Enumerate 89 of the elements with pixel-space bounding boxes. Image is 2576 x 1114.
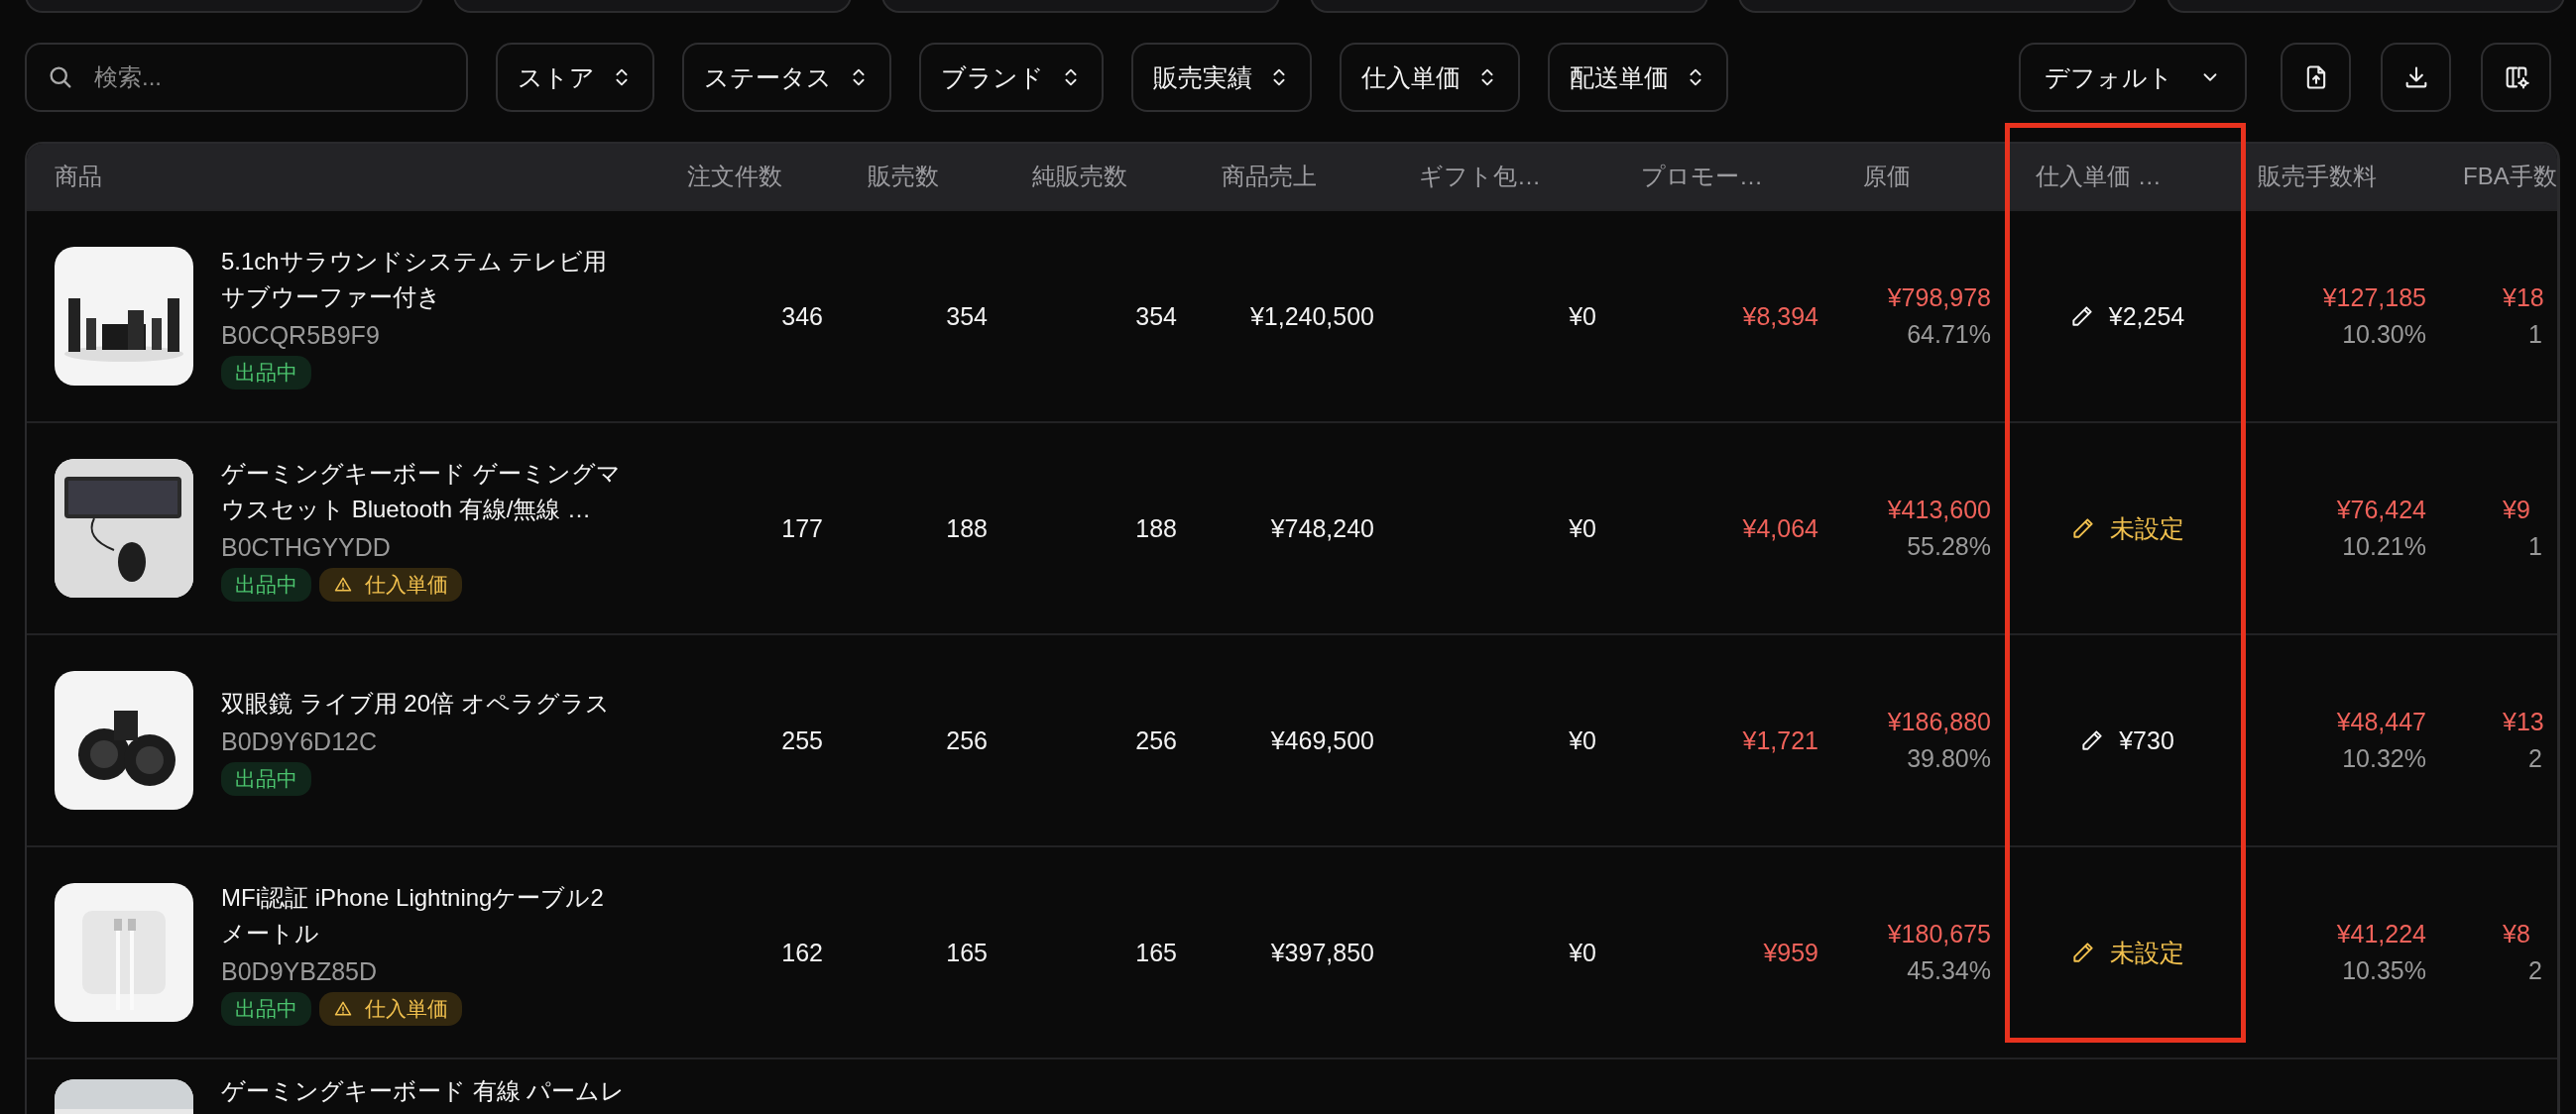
fba-amount: ¥13 bbox=[2503, 708, 2544, 736]
unit-cost-edit[interactable]: ¥730 bbox=[2079, 725, 2174, 755]
view-dropdown[interactable]: デフォルト bbox=[2019, 43, 2247, 112]
cost-amount: ¥413,600 bbox=[1887, 496, 1991, 524]
table-cell-text: 188 bbox=[945, 513, 989, 543]
table-cell-text: ¥0 bbox=[1568, 513, 1597, 543]
unit-cost-edit[interactable]: ¥2,254 bbox=[2068, 301, 2185, 331]
product-asin: B0D9YBZ85D bbox=[221, 956, 379, 986]
fba-percent: 1 bbox=[2528, 320, 2542, 349]
table-cell-text: 188 bbox=[1134, 513, 1178, 543]
cost-percent: 45.34% bbox=[1907, 956, 1991, 985]
table-cell-text: ¥469,500 bbox=[1269, 725, 1375, 755]
table-cell-text: 165 bbox=[945, 938, 989, 967]
fee-percent: 10.30% bbox=[2342, 320, 2426, 349]
fee-amount: ¥127,185 bbox=[2322, 283, 2426, 312]
filter-dropdown[interactable]: 仕入単価 bbox=[1340, 43, 1520, 112]
table-cell-text: ¥0 bbox=[1568, 938, 1597, 967]
cost-amount: ¥798,978 bbox=[1887, 283, 1991, 312]
unit-cost-edit[interactable]: 未設定 bbox=[2069, 936, 2184, 969]
column-header[interactable]: 販売数 bbox=[848, 161, 1012, 192]
badge-label: 出品中 bbox=[235, 359, 297, 386]
badge-label: 仕入単価 bbox=[365, 571, 448, 598]
product-title[interactable]: ゲーミングキーボード 有線 パームレ bbox=[221, 1079, 628, 1103]
table-cell-text: ¥397,850 bbox=[1269, 938, 1375, 967]
column-header[interactable]: 仕入単価 … bbox=[2016, 161, 2238, 192]
column-header[interactable]: ギフト包… bbox=[1399, 161, 1621, 192]
unit-cost-edit[interactable]: 未設定 bbox=[2069, 511, 2184, 545]
column-header[interactable]: 商品 bbox=[27, 161, 667, 192]
cost-amount: ¥186,880 bbox=[1887, 708, 1991, 736]
search-field[interactable]: 検索... bbox=[25, 43, 468, 112]
column-settings-button[interactable] bbox=[2481, 43, 2551, 112]
product-asin: B0CQR5B9F9 bbox=[221, 320, 381, 350]
table-cell-text: 354 bbox=[945, 301, 989, 331]
filter-dropdown[interactable]: 配送単価 bbox=[1548, 43, 1728, 112]
product-title[interactable]: 5.1chサラウンドシステム テレビ用サブウーファー付き bbox=[221, 243, 628, 315]
table-cell-text: 256 bbox=[945, 725, 989, 755]
filter-dropdown[interactable]: ステータス bbox=[682, 43, 891, 112]
fee-percent: 10.32% bbox=[2342, 744, 2426, 773]
download-button[interactable] bbox=[2381, 43, 2451, 112]
cost-percent: 55.28% bbox=[1907, 532, 1991, 561]
fba-percent: 2 bbox=[2528, 744, 2542, 773]
fee-amount: ¥48,447 bbox=[2336, 708, 2426, 736]
table-cell-text: 256 bbox=[1134, 725, 1178, 755]
badge-label: 出品中 bbox=[235, 765, 297, 792]
table-cell-text: ¥959 bbox=[1762, 938, 1819, 967]
column-header[interactable]: 販売手数料 bbox=[2238, 161, 2451, 192]
filter-dropdown[interactable]: ストア bbox=[496, 43, 654, 112]
badge-label: 出品中 bbox=[235, 995, 297, 1022]
cost-percent: 39.80% bbox=[1907, 744, 1991, 773]
product-asin: B0CTHGYYDD bbox=[221, 532, 392, 562]
column-header[interactable]: 商品売上 bbox=[1202, 161, 1399, 192]
table-cell-text: ¥1,721 bbox=[1741, 725, 1819, 755]
fee-amount: ¥76,424 bbox=[2336, 496, 2426, 524]
table-cell-text: ¥0 bbox=[1568, 301, 1597, 331]
table-cell-text: 255 bbox=[780, 725, 824, 755]
fba-percent: 2 bbox=[2528, 956, 2542, 985]
fee-percent: 10.21% bbox=[2342, 532, 2426, 561]
product-asin: B0D9Y6D12C bbox=[221, 726, 379, 756]
column-header[interactable]: 注文件数 bbox=[667, 161, 848, 192]
fba-percent: 1 bbox=[2528, 532, 2542, 561]
product-title[interactable]: MFi認証 iPhone Lightningケーブル2メートル bbox=[221, 879, 628, 951]
product-title[interactable]: 双眼鏡 ライブ用 20倍 オペラグラス bbox=[221, 685, 628, 722]
product-title[interactable]: ゲーミングキーボード ゲーミングマウスセット Bluetooth 有線/無線 … bbox=[221, 455, 628, 527]
badge-label: 出品中 bbox=[235, 571, 297, 598]
column-header[interactable]: 原価 bbox=[1843, 161, 2016, 192]
table-cell-text: 346 bbox=[780, 301, 824, 331]
column-header[interactable]: プロモー… bbox=[1621, 161, 1843, 192]
table-cell-text: ¥0 bbox=[1568, 725, 1597, 755]
fee-amount: ¥41,224 bbox=[2336, 920, 2426, 948]
table-cell-text: 354 bbox=[1134, 301, 1178, 331]
table-cell-text: 177 bbox=[780, 513, 824, 543]
export-button[interactable] bbox=[2281, 43, 2351, 112]
column-header[interactable]: FBA手数 bbox=[2451, 161, 2557, 192]
fba-amount: ¥18 bbox=[2503, 283, 2544, 312]
table-cell-text: ¥4,064 bbox=[1741, 513, 1819, 543]
table-cell-text: 165 bbox=[1134, 938, 1178, 967]
fba-amount: ¥8 bbox=[2503, 920, 2530, 948]
fba-amount: ¥9 bbox=[2503, 496, 2530, 524]
table-cell-text: ¥1,240,500 bbox=[1248, 301, 1375, 331]
table-cell-text: ¥748,240 bbox=[1269, 513, 1375, 543]
cost-amount: ¥180,675 bbox=[1887, 920, 1991, 948]
table-cell-text: 162 bbox=[780, 938, 824, 967]
fee-percent: 10.35% bbox=[2342, 956, 2426, 985]
filter-dropdown[interactable]: ブランド bbox=[919, 43, 1104, 112]
table-cell-text: ¥8,394 bbox=[1741, 301, 1819, 331]
column-header[interactable]: 純販売数 bbox=[1012, 161, 1202, 192]
badge-label: 仕入単価 bbox=[365, 995, 448, 1022]
filter-dropdown[interactable]: 販売実績 bbox=[1131, 43, 1312, 112]
cost-percent: 64.71% bbox=[1907, 320, 1991, 349]
